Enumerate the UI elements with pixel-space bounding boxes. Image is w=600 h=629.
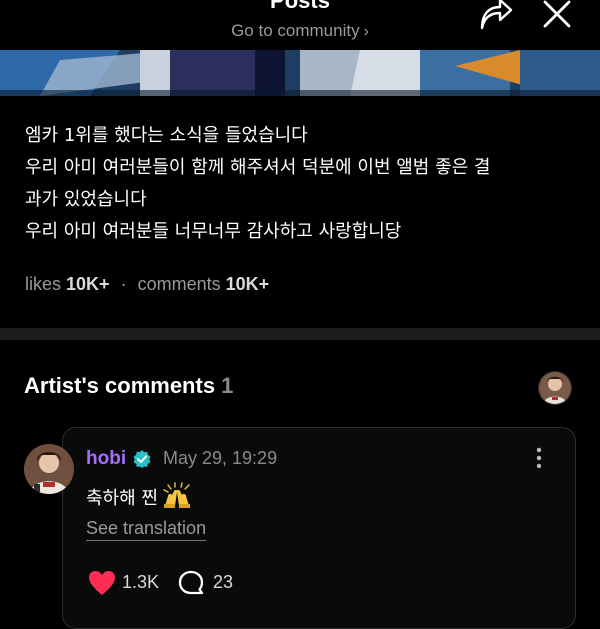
share-icon[interactable] bbox=[478, 0, 514, 32]
top-bar: Posts Go to community › bbox=[0, 0, 600, 50]
post-stats: likes 10K+ · comments 10K+ bbox=[25, 274, 269, 295]
community-link-label: Go to community bbox=[231, 21, 360, 40]
commenter-avatar[interactable] bbox=[24, 444, 74, 494]
comments-label: comments bbox=[137, 274, 221, 294]
likes-label: likes bbox=[25, 274, 62, 294]
post-line: 우리 아미 여러분들 너무너무 감사하고 사랑합니당 bbox=[25, 221, 402, 242]
comment-likes-count: 1.3K bbox=[122, 572, 160, 592]
post-line: 우리 아미 여러분들이 함께 해주셔서 덕분에 이번 앨범 좋은 결 bbox=[25, 157, 491, 178]
artist-avatar[interactable] bbox=[538, 371, 572, 405]
artist-comments-title: Artist's comments bbox=[24, 373, 216, 398]
reply-bubble-icon[interactable] bbox=[178, 570, 204, 596]
raising-hands-icon bbox=[163, 482, 190, 508]
artist-comments-count: 1 bbox=[221, 373, 234, 398]
artist-comments-heading: Artist's comments 1 bbox=[24, 373, 233, 399]
post-body: 엠카 1위를 했다는 소식을 들었습니다 우리 아미 여러분들이 함께 해주셔서… bbox=[25, 120, 585, 248]
comment-replies-count: 23 bbox=[213, 572, 234, 592]
post-image[interactable] bbox=[0, 50, 600, 96]
section-divider bbox=[0, 328, 600, 340]
comment-text: 축하해 찐 bbox=[86, 482, 192, 510]
more-options-icon[interactable] bbox=[534, 447, 544, 469]
verified-badge-icon bbox=[133, 450, 151, 468]
chevron-right-icon: › bbox=[363, 23, 369, 40]
close-icon[interactable] bbox=[540, 0, 574, 30]
comments-value: 10K+ bbox=[225, 274, 270, 294]
likes-value: 10K+ bbox=[66, 274, 110, 294]
post-line: 엠카 1위를 했다는 소식을 들었습니다 bbox=[25, 125, 308, 146]
stats-separator: · bbox=[120, 274, 127, 294]
post-line: 과가 있었습니다 bbox=[25, 189, 147, 210]
comment-body: 축하해 찐 bbox=[86, 488, 158, 509]
heart-icon[interactable] bbox=[88, 570, 116, 596]
see-translation-link[interactable]: See translation bbox=[86, 518, 207, 541]
comment-date: May 29, 19:29 bbox=[163, 448, 278, 468]
comment-author[interactable]: hobi bbox=[86, 448, 126, 470]
